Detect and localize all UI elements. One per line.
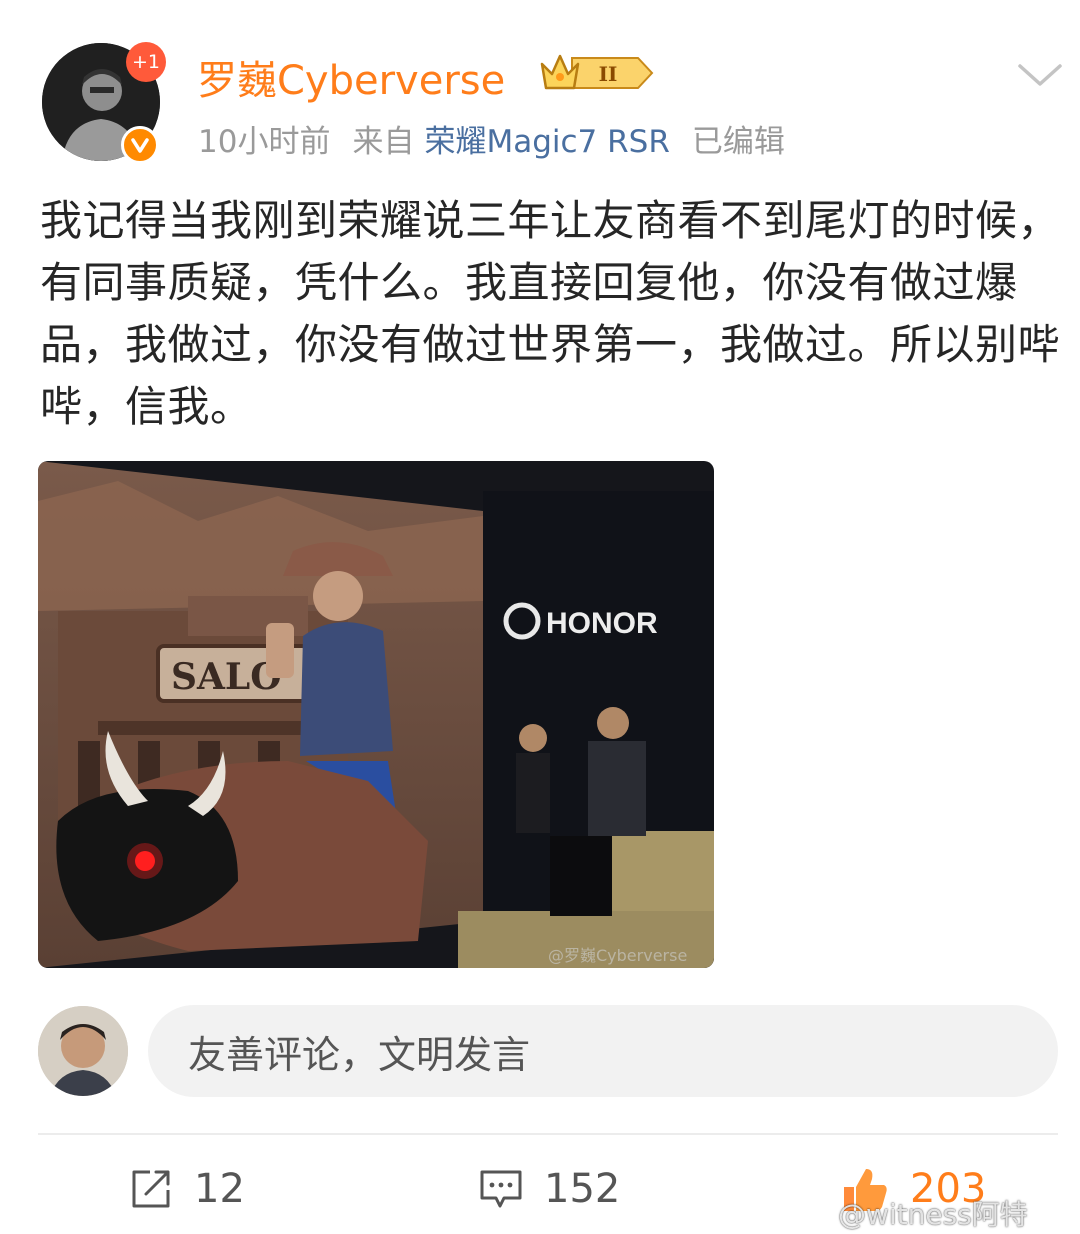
post-meta: 10小时前 来自 荣耀Magic7 RSR 已编辑: [198, 116, 807, 161]
chevron-down-icon[interactable]: [1016, 60, 1064, 94]
repost-button[interactable]: 12: [128, 1160, 245, 1218]
author-name[interactable]: 罗巍Cyberverse: [197, 48, 505, 106]
post-image[interactable]: SALO HONOR @罗巍Cyberverse: [38, 461, 714, 968]
share-icon: [128, 1166, 174, 1212]
comment-placeholder: 友善评论，文明发言: [188, 1032, 531, 1077]
comment-icon: [478, 1166, 524, 1212]
vip-level: II: [599, 62, 618, 86]
comment-input[interactable]: 友善评论，文明发言: [148, 1005, 1058, 1097]
from-label: 来自: [352, 124, 415, 160]
comment-button[interactable]: 152: [478, 1160, 620, 1218]
divider: [38, 1133, 1058, 1135]
image-watermark: @罗巍Cyberverse: [548, 946, 687, 965]
vip-badge[interactable]: II: [538, 50, 656, 100]
verified-v-icon: [121, 126, 159, 164]
edited-label[interactable]: 已编辑: [692, 124, 785, 160]
post-time: 10小时前: [198, 124, 331, 160]
comment-count: 152: [544, 1166, 621, 1212]
current-user-avatar[interactable]: [38, 1006, 128, 1096]
source-watermark: @witness阿特: [838, 1198, 1028, 1231]
follow-badge: +1: [126, 42, 166, 82]
post-text: 我记得当我刚到荣耀说三年让友商看不到尾灯的时候，有同事质疑，凭什么。我直接回复他…: [40, 196, 1061, 431]
repost-count: 12: [194, 1166, 245, 1212]
honor-logo-text: HONOR: [546, 607, 658, 640]
saloon-sign-text: SALO: [171, 656, 282, 698]
post-source[interactable]: 荣耀Magic7 RSR: [424, 124, 669, 160]
